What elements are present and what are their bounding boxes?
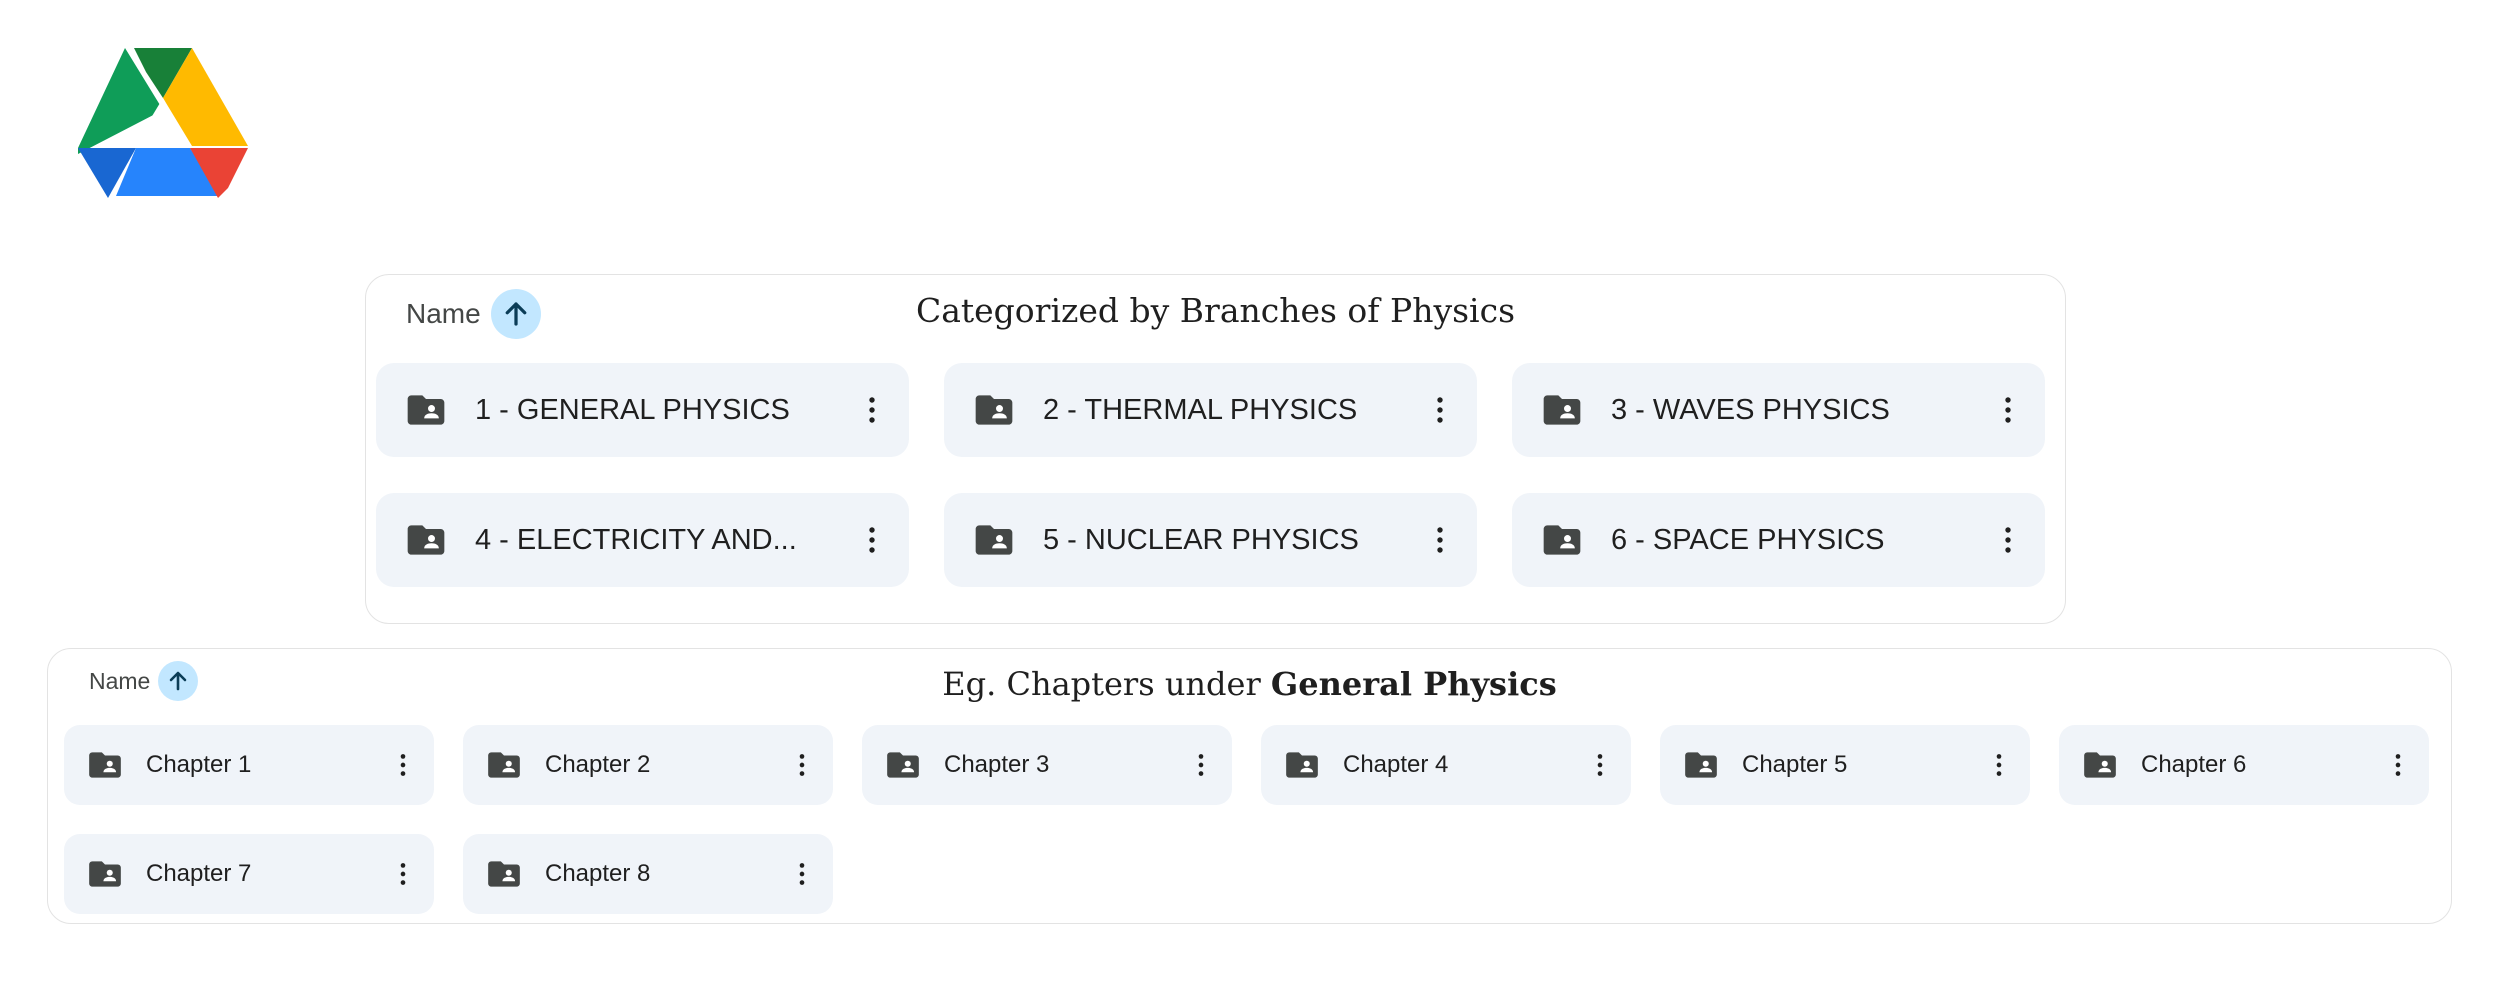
more-actions-button[interactable]: [1188, 747, 1214, 783]
folder-icon-wrap: [2081, 746, 2119, 784]
folder-card[interactable]: Chapter 5: [1660, 725, 2030, 805]
folder-name: Chapter 2: [545, 751, 651, 778]
shared-folder-icon: [1286, 752, 1318, 778]
more-vert-icon: [869, 527, 875, 553]
more-actions-button[interactable]: [1425, 520, 1455, 560]
folder-icon-wrap: [1283, 746, 1321, 784]
folder-icon-wrap: [485, 746, 523, 784]
folder-icon-wrap: [404, 518, 448, 562]
folder-card[interactable]: 1 - GENERAL PHYSICS: [376, 363, 909, 457]
more-actions-button[interactable]: [789, 856, 815, 892]
folder-card[interactable]: 4 - ELECTRICITY AND...: [376, 493, 909, 587]
folder-card[interactable]: Chapter 3: [862, 725, 1232, 805]
more-actions-button[interactable]: [1587, 747, 1613, 783]
folder-card[interactable]: Chapter 1: [64, 725, 434, 805]
folder-card[interactable]: Chapter 4: [1261, 725, 1631, 805]
more-actions-button[interactable]: [1993, 520, 2023, 560]
branches-panel: Name Categorized by Branches of Physics …: [365, 274, 2066, 624]
folder-name: 3 - WAVES PHYSICS: [1611, 393, 1890, 426]
chapters-title-prefix: Eg. Chapters under: [942, 665, 1261, 703]
folder-name: Chapter 4: [1343, 751, 1449, 778]
shared-folder-icon: [975, 525, 1013, 555]
shared-folder-icon: [407, 395, 445, 425]
more-vert-icon: [1597, 754, 1603, 776]
folder-name: Chapter 7: [146, 860, 252, 887]
more-vert-icon: [2395, 754, 2401, 776]
chapters-title: Eg. Chapters under General Physics: [48, 665, 2451, 703]
shared-folder-icon: [975, 395, 1013, 425]
more-vert-icon: [2005, 397, 2011, 423]
more-vert-icon: [400, 863, 406, 885]
shared-folder-icon: [89, 752, 121, 778]
more-vert-icon: [400, 754, 406, 776]
more-vert-icon: [2005, 527, 2011, 553]
shared-folder-icon: [488, 752, 520, 778]
branches-title: Categorized by Branches of Physics: [915, 291, 1516, 330]
folder-name: 5 - NUCLEAR PHYSICS: [1043, 523, 1359, 556]
folder-icon-wrap: [972, 388, 1016, 432]
folder-card[interactable]: Chapter 6: [2059, 725, 2429, 805]
more-vert-icon: [1198, 754, 1204, 776]
folder-name: Chapter 8: [545, 860, 651, 887]
folder-icon-wrap: [1540, 518, 1584, 562]
folder-name: 1 - GENERAL PHYSICS: [475, 393, 790, 426]
folder-name: 4 - ELECTRICITY AND...: [475, 523, 797, 556]
folder-icon-wrap: [404, 388, 448, 432]
more-vert-icon: [799, 863, 805, 885]
more-actions-button[interactable]: [857, 520, 887, 560]
shared-folder-icon: [1543, 395, 1581, 425]
folder-card[interactable]: 2 - THERMAL PHYSICS: [944, 363, 1477, 457]
more-actions-button[interactable]: [789, 747, 815, 783]
folder-icon-wrap: [884, 746, 922, 784]
shared-folder-icon: [89, 861, 121, 887]
more-vert-icon: [1437, 527, 1443, 553]
folder-icon-wrap: [1540, 388, 1584, 432]
folder-card[interactable]: 5 - NUCLEAR PHYSICS: [944, 493, 1477, 587]
more-actions-button[interactable]: [2385, 747, 2411, 783]
more-actions-button[interactable]: [1986, 747, 2012, 783]
folder-card[interactable]: 6 - SPACE PHYSICS: [1512, 493, 2045, 587]
more-vert-icon: [799, 754, 805, 776]
more-actions-button[interactable]: [1993, 390, 2023, 430]
folder-icon-wrap: [972, 518, 1016, 562]
folder-icon-wrap: [1682, 746, 1720, 784]
shared-folder-icon: [407, 525, 445, 555]
folder-card[interactable]: Chapter 8: [463, 834, 833, 914]
more-vert-icon: [1996, 754, 2002, 776]
more-actions-button[interactable]: [390, 856, 416, 892]
folder-name: 2 - THERMAL PHYSICS: [1043, 393, 1358, 426]
folder-name: 6 - SPACE PHYSICS: [1611, 523, 1885, 556]
folder-icon-wrap: [86, 855, 124, 893]
shared-folder-icon: [887, 752, 919, 778]
google-drive-logo: [78, 48, 248, 198]
more-vert-icon: [1437, 397, 1443, 423]
shared-folder-icon: [488, 861, 520, 887]
shared-folder-icon: [1685, 752, 1717, 778]
folder-card[interactable]: Chapter 7: [64, 834, 434, 914]
shared-folder-icon: [1543, 525, 1581, 555]
chapters-panel: Name Eg. Chapters under General Physics …: [47, 648, 2452, 924]
more-actions-button[interactable]: [857, 390, 887, 430]
folder-name: Chapter 3: [944, 751, 1050, 778]
chapters-title-bold: General Physics: [1270, 665, 1557, 703]
folder-name: Chapter 6: [2141, 751, 2247, 778]
folder-name: Chapter 1: [146, 751, 252, 778]
folder-card[interactable]: 3 - WAVES PHYSICS: [1512, 363, 2045, 457]
folder-card[interactable]: Chapter 2: [463, 725, 833, 805]
more-actions-button[interactable]: [1425, 390, 1455, 430]
folder-name: Chapter 5: [1742, 751, 1848, 778]
more-actions-button[interactable]: [390, 747, 416, 783]
folder-icon-wrap: [485, 855, 523, 893]
more-vert-icon: [869, 397, 875, 423]
folder-icon-wrap: [86, 746, 124, 784]
shared-folder-icon: [2084, 752, 2116, 778]
